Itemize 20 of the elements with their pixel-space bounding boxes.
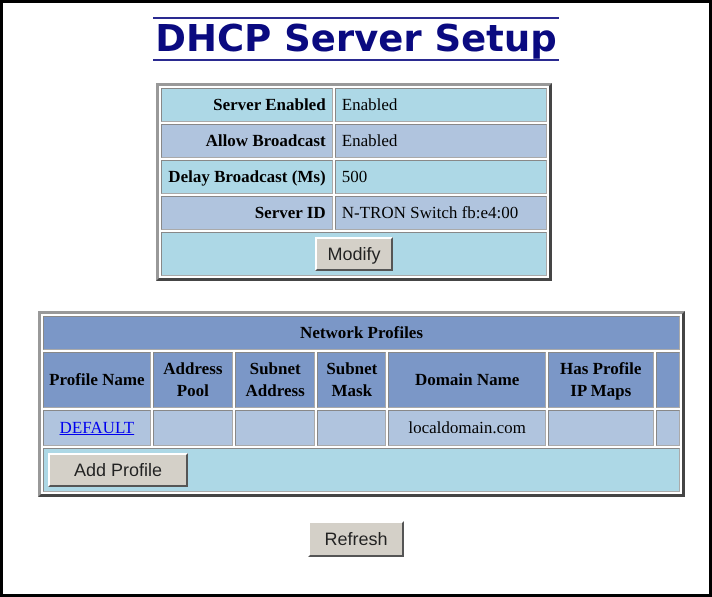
- field-value: Enabled: [334, 124, 547, 158]
- field-value: 500: [334, 160, 547, 194]
- field-label: Allow Broadcast: [161, 124, 333, 158]
- column-header: Profile Name: [43, 352, 151, 408]
- column-header: Domain Name: [388, 352, 546, 408]
- column-header: Subnet Address: [235, 352, 316, 408]
- modify-button[interactable]: Modify: [315, 237, 392, 271]
- page-title: DHCP Server Setup: [155, 19, 557, 59]
- field-value: N-TRON Switch fb:e4:00: [334, 196, 547, 230]
- refresh-button[interactable]: Refresh: [308, 521, 404, 557]
- column-header: Has Profile IP Maps: [548, 352, 654, 408]
- column-header: Subnet Mask: [317, 352, 386, 408]
- field-label: Delay Broadcast (Ms): [161, 160, 333, 194]
- field-value: Enabled: [334, 88, 547, 122]
- column-header: Address Pool: [152, 352, 233, 408]
- table-cell: localdomain.com: [388, 410, 546, 446]
- table-title: Network Profiles: [43, 316, 680, 350]
- field-label: Server ID: [161, 196, 333, 230]
- field-label: Server Enabled: [161, 88, 333, 122]
- add-profile-button[interactable]: Add Profile: [48, 453, 188, 487]
